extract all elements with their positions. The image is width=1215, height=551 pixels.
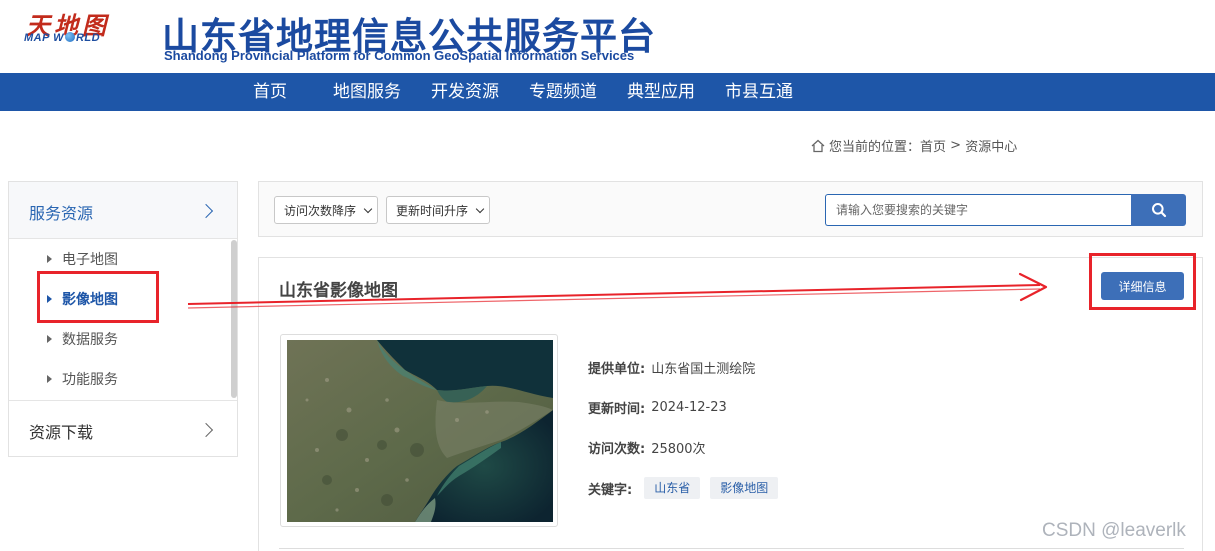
updated-label: 更新时间:	[588, 402, 646, 417]
breadcrumb-current: 资源中心	[965, 140, 1018, 155]
breadcrumb-home-link[interactable]: 首页	[920, 136, 946, 155]
chevron-down-icon	[363, 204, 373, 214]
resource-card: 山东省影像地图 详细信息 提供单位: 山东省国土测绘院 更新时间: 2024-1…	[258, 257, 1203, 551]
visits-row: 访问次数: 25800次	[588, 438, 706, 457]
sidebar-section-resource-download[interactable]: 资源下载	[9, 400, 237, 456]
nav-item-topics[interactable]: 专题频道	[529, 73, 597, 111]
logo-english: MAP W RLD	[24, 32, 101, 44]
resource-thumbnail[interactable]	[280, 334, 558, 527]
sort-time-value: 更新时间升序	[396, 203, 469, 218]
chevron-right-icon	[198, 203, 214, 219]
triangle-right-icon	[47, 335, 52, 343]
site-subtitle: Shandong Provincial Platform for Common …	[164, 48, 635, 63]
triangle-right-icon	[47, 375, 52, 383]
nav-item-applications[interactable]: 典型应用	[627, 73, 695, 111]
sidebar-item-label: 数据服务	[62, 332, 118, 348]
keyword-tag[interactable]: 山东省	[644, 477, 701, 499]
search-button[interactable]	[1131, 194, 1186, 226]
sidebar-section-service-resources[interactable]: 服务资源	[9, 182, 237, 239]
visits-label: 访问次数:	[588, 442, 646, 457]
provider-label: 提供单位:	[588, 362, 646, 377]
sidebar-item-electronic-map[interactable]: 电子地图	[47, 249, 118, 269]
sidebar-section-label: 服务资源	[29, 204, 94, 223]
nav-item-city-county[interactable]: 市县互通	[725, 73, 793, 111]
satellite-image	[287, 340, 553, 522]
chevron-right-icon	[198, 422, 214, 438]
sidebar-section-label: 资源下载	[29, 423, 94, 442]
sidebar-item-label: 电子地图	[62, 252, 118, 268]
sort-visits-select[interactable]: 访问次数降序	[274, 196, 378, 224]
search-icon	[1151, 203, 1166, 218]
sort-visits-value: 访问次数降序	[284, 203, 357, 218]
sort-time-select[interactable]: 更新时间升序	[386, 196, 490, 224]
chevron-down-icon	[475, 204, 485, 214]
home-icon	[811, 139, 825, 152]
breadcrumb-prefix: 您当前的位置：	[829, 140, 921, 155]
sidebar-scrollbar[interactable]	[231, 240, 237, 398]
nav-item-home[interactable]: 首页	[253, 73, 287, 111]
annotation-box-detail	[1089, 253, 1196, 310]
annotation-box-sidebar	[37, 271, 159, 323]
keywords-label: 关键字:	[588, 482, 633, 498]
site-header: 天地图 MAP W RLD 山东省地理信息公共服务平台 Shandong Prov…	[0, 0, 1215, 73]
provider-value: 山东省国土测绘院	[651, 362, 756, 377]
keywords-row: 关键字: 山东省 影像地图	[588, 477, 788, 499]
updated-value: 2024-12-23	[651, 400, 727, 415]
csdn-watermark: CSDN @leaverlk	[1042, 520, 1186, 541]
sidebar-item-function-services[interactable]: 功能服务	[47, 369, 118, 389]
tianditu-logo[interactable]: 天地图 MAP W RLD	[22, 6, 132, 46]
card-divider	[279, 548, 1184, 549]
filter-bar: 访问次数降序 更新时间升序	[258, 181, 1203, 237]
updated-row: 更新时间: 2024-12-23	[588, 398, 727, 417]
triangle-right-icon	[47, 255, 52, 263]
breadcrumb-separator: >	[946, 138, 966, 153]
nav-item-dev-resources[interactable]: 开发资源	[431, 73, 499, 111]
resource-title[interactable]: 山东省影像地图	[279, 276, 398, 301]
breadcrumb: 您当前的位置： 首页 > 资源中心	[810, 136, 1017, 155]
sidebar-item-label: 功能服务	[62, 372, 118, 388]
main-nav: 首页 地图服务 开发资源 专题频道 典型应用 市县互通	[0, 73, 1215, 111]
globe-icon	[64, 32, 75, 42]
search-input[interactable]	[825, 194, 1131, 226]
nav-item-map-services[interactable]: 地图服务	[333, 73, 401, 111]
visits-value: 25800次	[651, 442, 706, 457]
provider-row: 提供单位: 山东省国土测绘院	[588, 358, 755, 377]
sidebar-item-data-services[interactable]: 数据服务	[47, 329, 118, 349]
keyword-tag[interactable]: 影像地图	[710, 477, 779, 499]
